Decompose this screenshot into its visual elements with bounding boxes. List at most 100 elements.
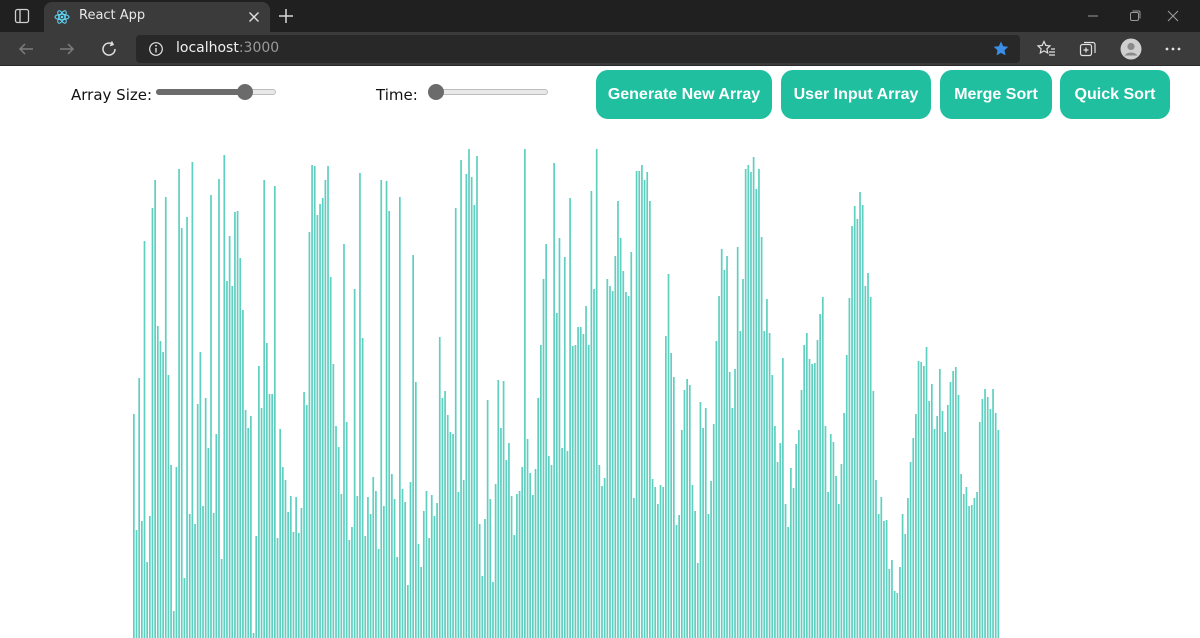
array-bar <box>393 499 396 638</box>
array-bar <box>324 180 327 638</box>
array-bar <box>931 384 933 638</box>
array-bar <box>300 508 303 638</box>
array-bar <box>534 469 537 638</box>
array-bar <box>489 499 492 638</box>
array-bar <box>763 331 766 638</box>
array-bar <box>867 273 869 638</box>
array-bar <box>220 559 223 638</box>
generate-new-array-button[interactable]: Generate New Array <box>596 70 772 119</box>
array-bar <box>446 415 449 638</box>
maximize-icon[interactable] <box>1128 8 1142 22</box>
minimize-icon[interactable] <box>1086 8 1100 22</box>
array-bar <box>923 366 925 638</box>
merge-sort-button[interactable]: Merge Sort <box>940 70 1052 119</box>
array-bar <box>627 296 630 638</box>
array-bar <box>513 535 516 638</box>
array-bar <box>553 163 555 638</box>
profile-icon[interactable] <box>1120 38 1142 60</box>
address-bar[interactable]: localhost:3000 <box>136 35 1020 63</box>
array-bar <box>978 422 981 638</box>
array-bar <box>936 416 939 638</box>
array-bar <box>885 520 888 638</box>
array-bar <box>805 333 808 638</box>
array-bar <box>768 333 771 638</box>
slider-track <box>428 89 548 95</box>
array-bar <box>577 327 579 638</box>
favorites-icon[interactable] <box>1036 39 1056 59</box>
more-icon[interactable] <box>1163 39 1183 59</box>
array-bars-chart <box>133 149 1000 638</box>
array-bar <box>973 498 976 638</box>
array-bar <box>133 414 135 638</box>
array-bar <box>675 525 678 638</box>
array-bar <box>925 347 928 638</box>
slider-thumb[interactable] <box>237 84 254 100</box>
array-bar <box>486 400 489 638</box>
array-bar <box>151 208 154 638</box>
array-bar <box>303 392 305 638</box>
array-bar <box>617 201 619 638</box>
array-bar <box>406 585 409 638</box>
array-bar <box>287 512 289 638</box>
array-bar <box>281 467 284 638</box>
array-bar <box>883 521 885 638</box>
array-bar <box>835 476 837 638</box>
array-bar <box>803 345 806 638</box>
array-bar <box>146 562 148 638</box>
array-bar <box>510 496 513 638</box>
array-bar <box>561 448 563 638</box>
array-bar <box>524 149 526 638</box>
array-bar <box>196 404 199 638</box>
array-bar <box>199 352 202 638</box>
array-bar <box>404 502 407 638</box>
user-input-array-button[interactable]: User Input Array <box>781 70 931 119</box>
back-icon[interactable] <box>16 39 36 59</box>
array-bar <box>348 540 351 638</box>
star-icon[interactable] <box>992 40 1010 58</box>
array-bar <box>667 274 670 638</box>
array-bar <box>582 334 585 638</box>
array-bar <box>430 495 433 638</box>
close-icon[interactable] <box>246 9 262 25</box>
array-bar <box>481 576 484 638</box>
forward-icon[interactable] <box>57 39 77 59</box>
array-bar <box>672 377 675 638</box>
array-bar <box>976 492 978 638</box>
array-bar <box>135 530 138 638</box>
array-bar <box>250 416 252 638</box>
window-close-icon[interactable] <box>1166 8 1180 22</box>
browser-tab[interactable]: React App <box>44 2 270 32</box>
collections-icon[interactable] <box>1078 39 1098 59</box>
plus-icon[interactable] <box>276 6 296 26</box>
array-bar <box>148 516 151 638</box>
array-bar <box>782 358 784 638</box>
reload-icon[interactable] <box>99 39 119 59</box>
array-bar <box>915 414 917 638</box>
array-bar <box>606 279 609 638</box>
array-bar <box>351 527 353 638</box>
array-bar <box>372 477 375 638</box>
info-icon[interactable] <box>148 41 164 57</box>
array-bar <box>438 337 441 638</box>
array-bar <box>970 505 973 638</box>
time-slider[interactable] <box>428 84 548 100</box>
array-bar <box>678 515 680 638</box>
array-bar <box>790 468 792 638</box>
array-bar <box>742 279 744 638</box>
array-bar <box>941 411 944 638</box>
array-bar <box>960 474 962 638</box>
tab-actions-icon[interactable] <box>10 6 34 26</box>
array-size-slider[interactable] <box>156 84 276 100</box>
array-bar <box>268 394 271 638</box>
array-bar <box>159 341 162 638</box>
array-bar <box>595 149 598 638</box>
slider-thumb[interactable] <box>428 84 444 100</box>
array-bar <box>736 247 739 638</box>
array-bar <box>699 402 702 638</box>
array-bar <box>297 533 300 638</box>
array-bar <box>569 198 571 638</box>
array-bar <box>492 582 494 638</box>
array-bar <box>795 444 798 638</box>
array-bar <box>888 569 891 638</box>
quick-sort-button[interactable]: Quick Sort <box>1060 70 1170 119</box>
